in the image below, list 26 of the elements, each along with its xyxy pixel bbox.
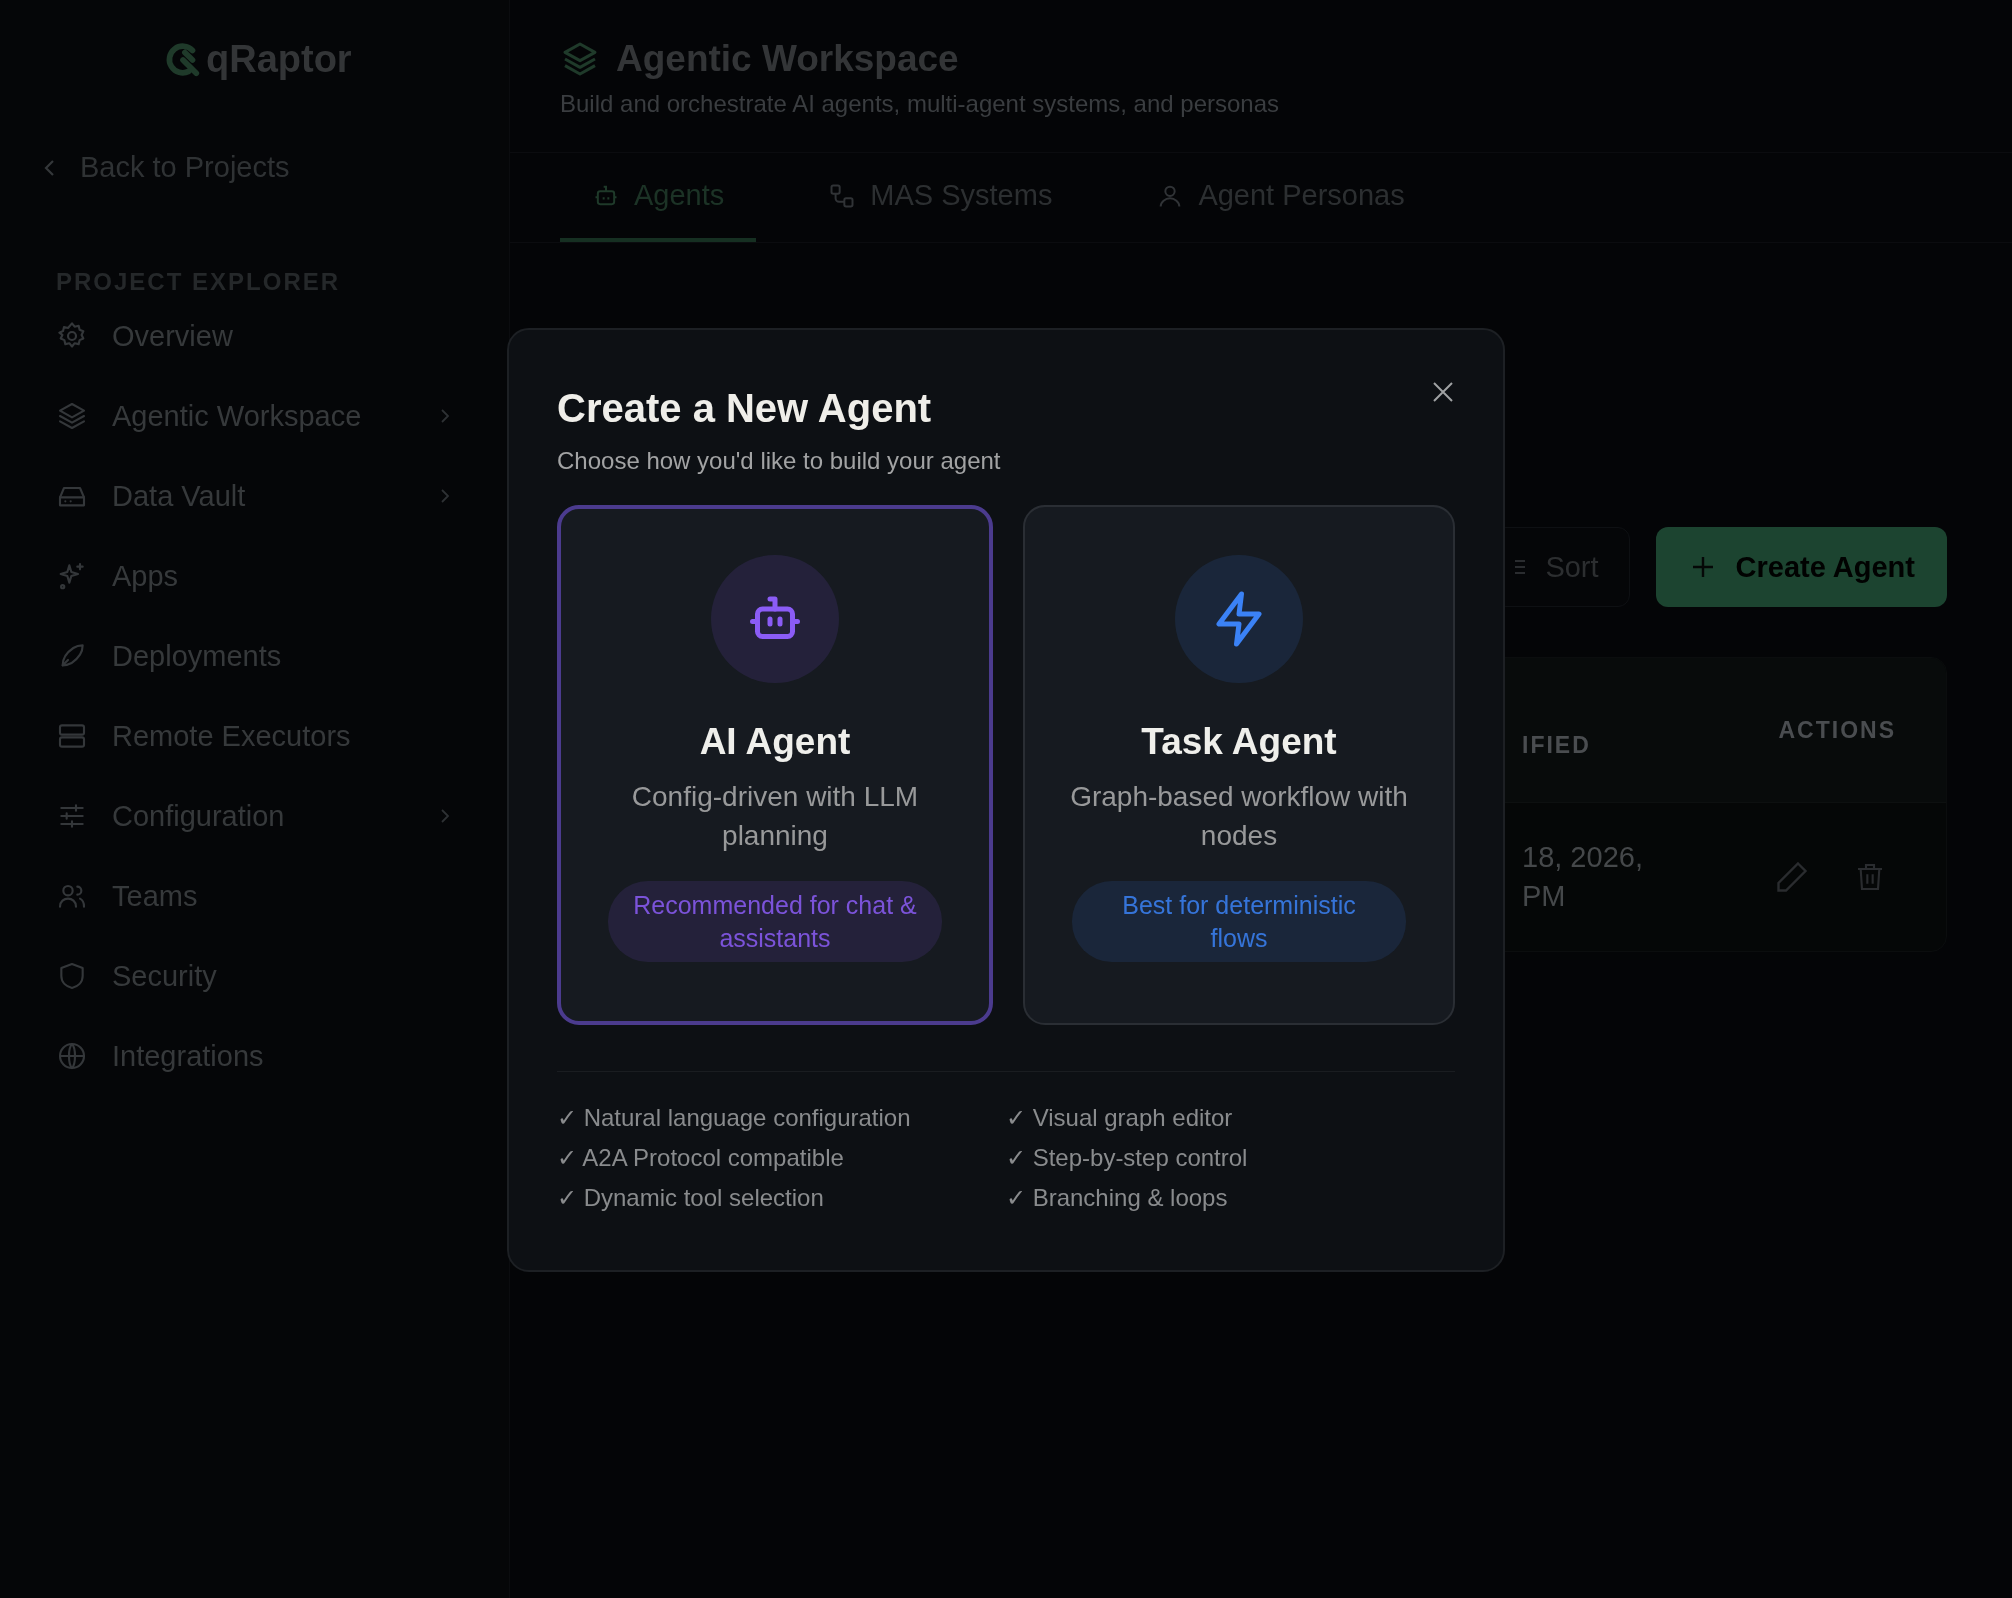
modal-subtitle: Choose how you'd like to build your agent — [557, 447, 1002, 475]
card-title: Task Agent — [1141, 721, 1337, 763]
feature-item: ✓ Visual graph editor — [1006, 1103, 1234, 1133]
agent-type-card[interactable]: AI Agent Config-driven with LLM planning Recommended for chat & assistants — [557, 505, 993, 1025]
agent-type-card[interactable]: Task Agent Graph-based workflow with nodes Best for deterministic flows — [1023, 505, 1455, 1025]
page-subtitle: Build and orchestrate AI agents, multi-agent systems, and personas — [560, 90, 1281, 118]
modal-title: Create a New Agent — [557, 386, 932, 431]
logo-icon — [164, 40, 202, 79]
feature-item: ✓ Natural language configuration — [557, 1103, 912, 1133]
card-title: AI Agent — [699, 721, 851, 763]
close-icon — [1431, 380, 1455, 404]
card-badge: Best for deterministic flows — [1072, 881, 1406, 963]
column-header: ACTIONS — [1778, 716, 1896, 744]
pencil-icon[interactable] — [1774, 859, 1810, 895]
card-description: Config-driven with LLM planning — [630, 780, 920, 854]
feature-item: ✓ Dynamic tool selection — [557, 1183, 825, 1213]
table-cell-text: 18, 2026, PM — [1522, 839, 1644, 914]
feature-item: ✓ Branching & loops — [1006, 1183, 1229, 1213]
create-agent-button[interactable]: Create Agent — [1655, 527, 1947, 607]
card-badge: Recommended for chat & assistants — [608, 881, 942, 963]
layers-icon — [56, 400, 88, 432]
card-description: Graph-based workflow with nodes — [1069, 780, 1409, 854]
feature-item: ✓ Step-by-step control — [1006, 1143, 1249, 1173]
feature-item: ✓ A2A Protocol compatible — [557, 1143, 845, 1173]
globe-icon — [56, 1040, 88, 1072]
column-header: IFIED — [1522, 731, 1591, 759]
